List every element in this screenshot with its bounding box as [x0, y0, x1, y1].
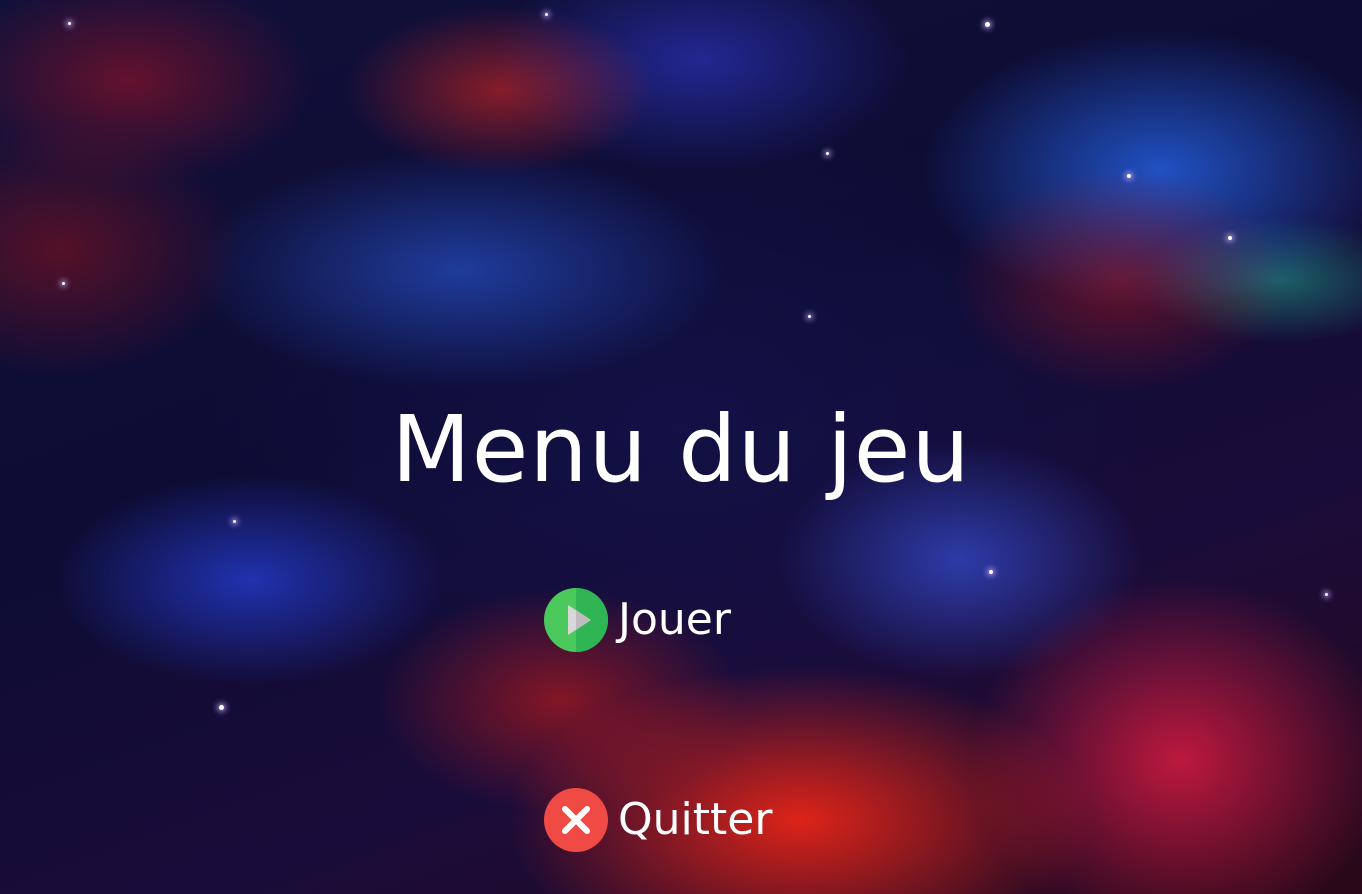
- play-button-label: Jouer: [618, 594, 731, 645]
- star: [219, 705, 224, 710]
- play-button[interactable]: Jouer: [544, 588, 731, 652]
- quit-button-label: Quitter: [618, 794, 773, 845]
- star: [233, 520, 236, 523]
- star: [1228, 236, 1232, 240]
- star: [826, 152, 829, 155]
- play-icon: [544, 588, 608, 652]
- star: [545, 13, 548, 16]
- quit-button[interactable]: Quitter: [544, 788, 772, 852]
- star: [985, 22, 990, 27]
- star: [1127, 174, 1131, 178]
- star: [808, 315, 811, 318]
- star: [989, 570, 993, 574]
- close-icon: [544, 788, 608, 852]
- star: [1325, 593, 1328, 596]
- star: [62, 282, 65, 285]
- menu-title: Menu du jeu: [391, 396, 971, 503]
- star: [68, 22, 71, 25]
